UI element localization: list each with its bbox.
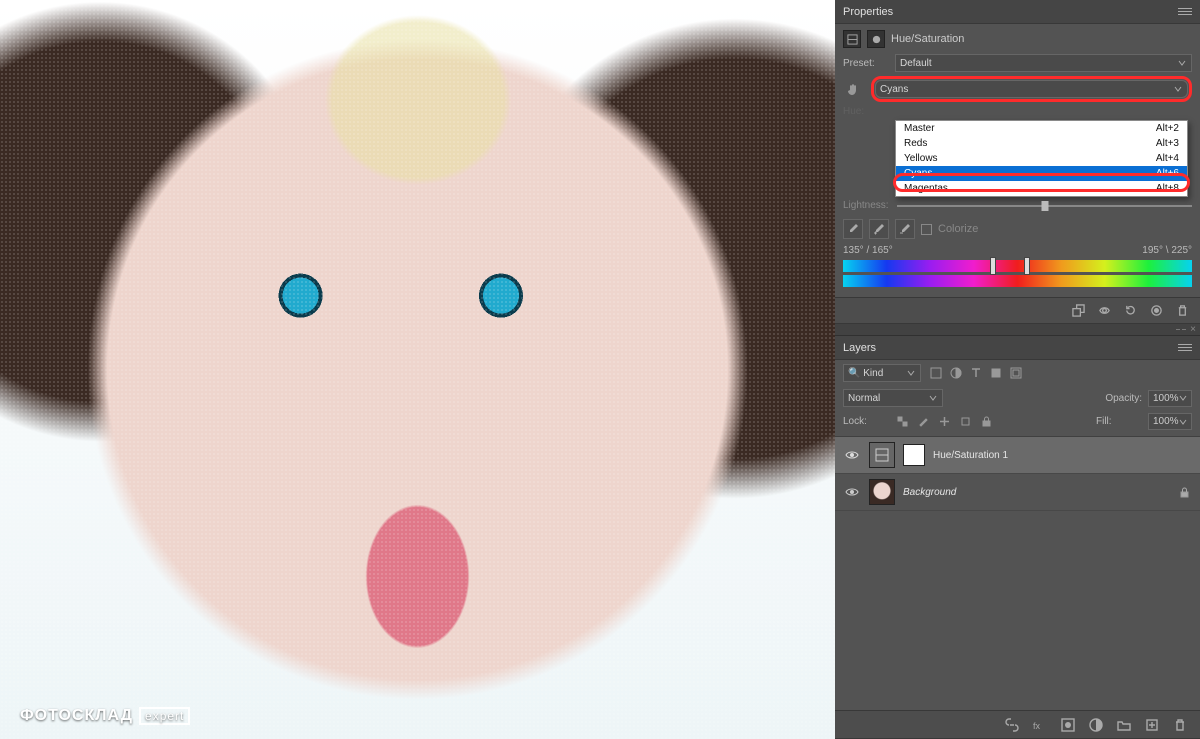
layer-adj-thumb bbox=[869, 442, 895, 468]
close-icon[interactable]: × bbox=[1190, 324, 1196, 335]
color-range-select[interactable]: Cyans bbox=[875, 80, 1188, 98]
view-previous-icon[interactable] bbox=[1096, 303, 1112, 319]
adjustment-title-row: Hue/Saturation bbox=[843, 30, 1192, 48]
layer-list-area[interactable] bbox=[835, 511, 1200, 710]
filter-smart-icon[interactable] bbox=[1009, 366, 1023, 380]
link-layers-icon[interactable] bbox=[1004, 717, 1020, 733]
delete-layer-icon[interactable] bbox=[1172, 717, 1188, 733]
lock-label: Lock: bbox=[843, 416, 889, 427]
fill-label: Fill: bbox=[1096, 416, 1142, 427]
sidebar: Properties Hue/Saturation Preset: Defaul… bbox=[835, 0, 1200, 739]
layer-mask-thumb[interactable] bbox=[903, 444, 925, 466]
visibility-icon[interactable] bbox=[1148, 303, 1164, 319]
angle-right-label: 195° \ 225° bbox=[1142, 245, 1192, 256]
panel-flyout-icon[interactable] bbox=[1178, 5, 1192, 19]
colorize-checkbox[interactable] bbox=[921, 224, 932, 235]
watermark: ФОТОСКЛАД expert bbox=[20, 707, 190, 725]
canvas-area[interactable]: ФОТОСКЛАД expert bbox=[0, 0, 835, 739]
add-mask-icon[interactable] bbox=[1060, 717, 1076, 733]
opacity-value[interactable]: 100% bbox=[1148, 390, 1192, 407]
clip-to-layer-icon[interactable] bbox=[1070, 303, 1086, 319]
color-range-highlight: Cyans bbox=[871, 76, 1192, 102]
mask-icon[interactable] bbox=[867, 30, 885, 48]
colorize-label: Colorize bbox=[938, 223, 978, 235]
layers-panel-header[interactable]: Layers bbox=[835, 336, 1200, 360]
dropdown-item-magentas[interactable]: Magentas Alt+8 bbox=[896, 181, 1187, 196]
dropdown-item-cyans[interactable]: Cyans Alt+6 bbox=[896, 166, 1187, 181]
panel-collapse-bar[interactable]: × bbox=[835, 324, 1200, 336]
filter-shape-icon[interactable] bbox=[989, 366, 1003, 380]
properties-panel: Properties Hue/Saturation Preset: Defaul… bbox=[835, 0, 1200, 324]
layer-visibility-icon[interactable] bbox=[843, 450, 861, 460]
new-adjustment-icon[interactable] bbox=[1088, 717, 1104, 733]
fill-value[interactable]: 100% bbox=[1148, 413, 1192, 430]
hue-row: Hue: bbox=[843, 106, 1192, 117]
hue-bar-output bbox=[843, 275, 1192, 287]
lock-artboard-icon[interactable] bbox=[958, 414, 973, 429]
dropdown-item-yellows[interactable]: Yellows Alt+4 bbox=[896, 151, 1187, 166]
layer-name: Hue/Saturation 1 bbox=[933, 450, 1008, 461]
new-layer-icon[interactable] bbox=[1144, 717, 1160, 733]
eyedropper-icon[interactable] bbox=[843, 219, 863, 239]
lightness-slider[interactable] bbox=[897, 205, 1192, 207]
layers-panel: Layers 🔍 Kind Normal Opacity: bbox=[835, 336, 1200, 739]
layers-tab-label: Layers bbox=[843, 342, 876, 354]
layer-fx-icon[interactable]: fx bbox=[1032, 717, 1048, 733]
dropdown-item-reds[interactable]: Reds Alt+3 bbox=[896, 136, 1187, 151]
preset-value: Default bbox=[900, 58, 932, 69]
blend-mode-select[interactable]: Normal bbox=[843, 389, 943, 407]
layer-filter-kind[interactable]: 🔍 Kind bbox=[843, 364, 921, 382]
properties-tab-label: Properties bbox=[843, 6, 893, 18]
lock-all-icon[interactable] bbox=[979, 414, 994, 429]
watermark-brand: ФОТОСКЛАД bbox=[20, 707, 133, 725]
dropdown-item-master[interactable]: Master Alt+2 bbox=[896, 121, 1187, 136]
layer-thumb bbox=[869, 479, 895, 505]
preset-label: Preset: bbox=[843, 58, 889, 69]
lightness-row: Lightness: bbox=[843, 200, 1192, 211]
eyedropper-subtract-icon[interactable] bbox=[895, 219, 915, 239]
adjustment-title: Hue/Saturation bbox=[891, 33, 964, 45]
trash-icon[interactable] bbox=[1174, 303, 1190, 319]
layer-hue-saturation[interactable]: Hue/Saturation 1 bbox=[835, 437, 1200, 474]
lock-icon[interactable] bbox=[1177, 485, 1192, 500]
layers-footer: fx bbox=[835, 710, 1200, 738]
lock-position-icon[interactable] bbox=[937, 414, 952, 429]
panel-flyout-icon[interactable] bbox=[1178, 341, 1192, 355]
preset-select[interactable]: Default bbox=[895, 54, 1192, 72]
opacity-label: Opacity: bbox=[1105, 393, 1142, 404]
angle-left-label: 135° / 165° bbox=[843, 245, 893, 256]
reset-icon[interactable] bbox=[1122, 303, 1138, 319]
filter-pixel-icon[interactable] bbox=[929, 366, 943, 380]
targeted-adjustment-icon[interactable] bbox=[843, 78, 865, 100]
chevron-down-icon bbox=[1177, 59, 1187, 67]
color-range-dropdown[interactable]: Master Alt+2 Reds Alt+3 Yellows Alt+4 Cy… bbox=[895, 120, 1188, 197]
properties-panel-header[interactable]: Properties bbox=[835, 0, 1200, 24]
new-group-icon[interactable] bbox=[1116, 717, 1132, 733]
color-range-value: Cyans bbox=[880, 84, 908, 95]
frost-overlay bbox=[0, 0, 835, 739]
layer-background[interactable]: Background bbox=[835, 474, 1200, 511]
watermark-suffix: expert bbox=[139, 707, 190, 725]
filter-type-icon[interactable] bbox=[969, 366, 983, 380]
eyedropper-add-icon[interactable] bbox=[869, 219, 889, 239]
hue-bar-input[interactable] bbox=[843, 260, 1192, 272]
lock-transparent-icon[interactable] bbox=[895, 414, 910, 429]
filter-adjustment-icon[interactable] bbox=[949, 366, 963, 380]
properties-footer bbox=[835, 297, 1200, 323]
lock-pixels-icon[interactable] bbox=[916, 414, 931, 429]
adjustment-icon[interactable] bbox=[843, 30, 861, 48]
layer-visibility-icon[interactable] bbox=[843, 487, 861, 497]
chevron-down-icon bbox=[1173, 85, 1183, 93]
layer-name: Background bbox=[903, 487, 956, 498]
svg-text:fx: fx bbox=[1033, 721, 1041, 731]
